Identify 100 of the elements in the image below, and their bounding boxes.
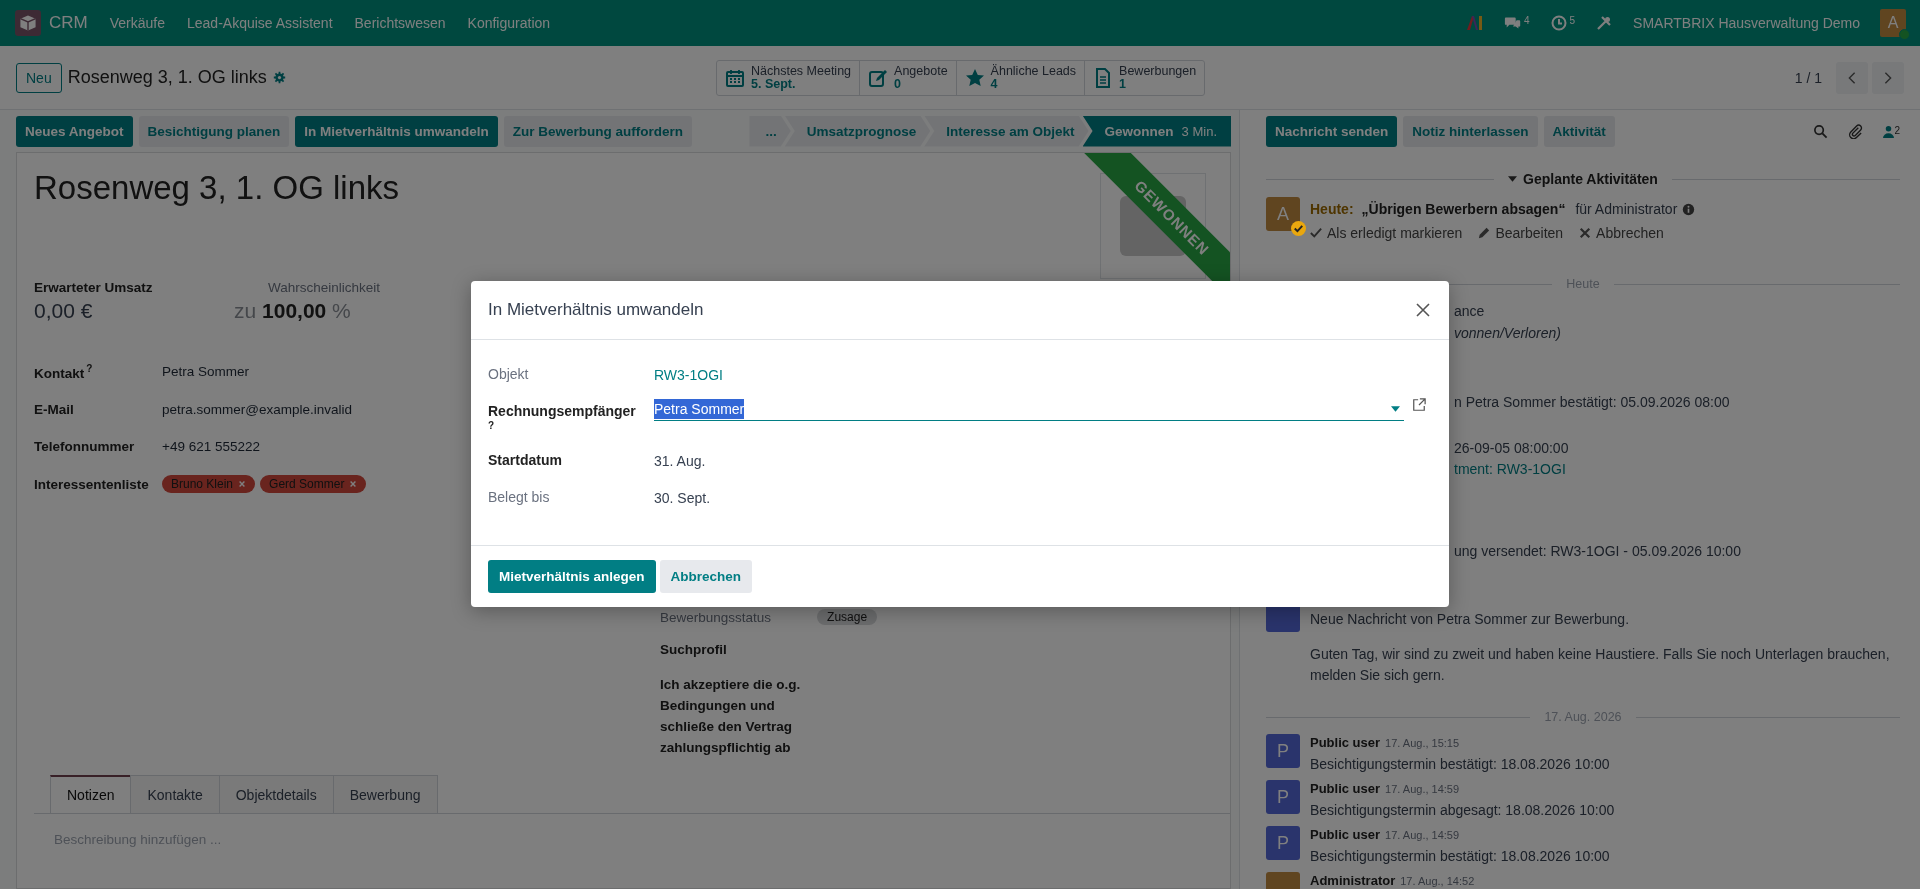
smart-button-label: Nächstes Meeting (751, 64, 852, 78)
field-label: E-Mail (34, 401, 75, 417)
followers-button[interactable]: 2 (1883, 124, 1900, 138)
nav-menu-item[interactable]: Verkäufe (109, 15, 165, 31)
chevron-left-icon (1847, 70, 1857, 85)
remove-icon[interactable] (238, 480, 247, 489)
external-link-icon[interactable] (1412, 398, 1426, 412)
revenue-value[interactable]: 0,00 (34, 299, 75, 322)
message-text: vonnen/Verloren) (1454, 323, 1562, 343)
box-logo-icon[interactable] (15, 10, 41, 36)
remove-icon[interactable] (349, 480, 358, 489)
action-button[interactable]: Zur Bewerbung auffordern (503, 115, 693, 147)
info-icon[interactable] (1682, 202, 1696, 216)
message-author: Administrator (1310, 872, 1396, 889)
dialog-button[interactable]: Abbrechen (659, 560, 753, 593)
message-text: Besichtigungstermin bestätigt: 18.08.2026 10:00 (1310, 755, 1611, 774)
stage-button[interactable]: Gewonnen 3 Min. (1082, 115, 1231, 147)
colored-letter-icon[interactable] (1465, 15, 1484, 31)
message-author: Public user (1310, 734, 1381, 751)
user-avatar: P (1266, 780, 1300, 814)
search-icon[interactable] (1813, 123, 1829, 139)
notebook-tab[interactable]: Bewerbung (332, 775, 438, 813)
action-button[interactable]: Besichtigung planen (138, 115, 290, 147)
chatter-button[interactable]: Notiz hinterlassen (1403, 115, 1538, 147)
smart-button[interactable]: Bewerbungen 1 (1085, 60, 1205, 95)
messages-button[interactable]: 4 (1503, 15, 1530, 31)
message-text: Guten Tag, wir sind zu zweit und haben keine Haustiere. Falls Sie noch Unterlagen brauchen, melden Sie sich gern. (1310, 645, 1891, 685)
action-button[interactable]: Neues Angebot (16, 115, 133, 147)
action-button[interactable]: In Mietverhältnis umwandeln (295, 115, 498, 147)
field-label: Kontakt$^{?}$ (34, 363, 94, 381)
cross-icon (1579, 227, 1592, 239)
smart-button[interactable]: Ähnliche Leads 4 (956, 60, 1086, 95)
message-text: 26-09-05 08:00:00 (1454, 438, 1570, 458)
star-icon (964, 67, 985, 88)
field-label: Wahrscheinlichkeit (267, 280, 382, 295)
percent-sign: % (332, 299, 351, 322)
nav-menu-item[interactable]: Lead-Akquise Assistent (187, 15, 333, 31)
field-value[interactable]: 30. Sept. (654, 488, 1432, 508)
field-label: Telefonnummer (34, 439, 136, 455)
activity-action-link[interactable]: Bearbeiten (1478, 225, 1564, 241)
input-field[interactable]: Petra Sommer (654, 398, 1404, 421)
record-title: Rosenweg 3, 1. OG links (34, 169, 399, 207)
check-icon (1310, 227, 1322, 239)
smart-button-value: 0 (894, 77, 901, 91)
smart-button[interactable]: Angebote 0 (860, 60, 957, 95)
caret-icon[interactable] (1391, 406, 1400, 412)
message-text: tment: RW3-1OGI (1454, 460, 1567, 479)
smart-button-value: 1 (1119, 77, 1127, 91)
field-label: Suchprofil (660, 641, 728, 659)
new-button[interactable]: Neu (16, 62, 62, 93)
smart-button-label: Bewerbungen (1119, 64, 1197, 78)
check-badge-icon (1291, 221, 1306, 236)
nav-menu-item[interactable]: Konfiguration (467, 15, 551, 31)
field-label: Ich akzeptiere die o.g. Bedingungen und schließe den Vertrag zahlungspflichtig ab (660, 676, 802, 757)
field-value[interactable]: 31. Aug. (654, 451, 1432, 471)
stage-button[interactable]: Interesse am Objekt (924, 115, 1089, 147)
calendar-icon (725, 67, 745, 88)
planned-activities-toggle[interactable]: Geplante Aktivitäten (1508, 171, 1658, 187)
message-text: Besichtigungstermin bestätigt: 18.08.2026 10:00 (1310, 847, 1611, 866)
app-name[interactable]: CRM (49, 13, 88, 33)
message-time: 17. Aug., 15:15 (1385, 736, 1460, 751)
chatter-button[interactable]: Nachricht senden (1266, 115, 1398, 147)
help-mark[interactable]: ? (86, 363, 93, 374)
message-text: ung versendet: RW3-1OGI - 05.09.2026 10:00 (1454, 541, 1742, 561)
user-avatar: P (1266, 826, 1300, 860)
notebook-tab[interactable]: Kontakte (130, 775, 220, 813)
pager-value: 1 / 1 (1794, 69, 1822, 86)
message-time: 17. Aug., 14:52 (1400, 874, 1475, 889)
person-icon (1883, 124, 1895, 138)
help-mark[interactable]: ? (488, 420, 654, 432)
message-time: 17. Aug., 14:59 (1385, 828, 1460, 843)
next-button[interactable] (1872, 61, 1904, 94)
currency-symbol: € (80, 299, 93, 322)
activities-button[interactable]: 5 (1549, 15, 1576, 31)
dialog-button[interactable]: Mietverhältnis anlegen (488, 560, 656, 593)
followers-count: 2 (1894, 124, 1900, 136)
close-icon[interactable] (1415, 302, 1431, 318)
probability-value[interactable]: 100,00 (262, 299, 327, 322)
settings-icon[interactable] (272, 71, 286, 84)
notebook-tab[interactable]: Notizen (50, 775, 132, 813)
previous-button[interactable] (1836, 61, 1868, 94)
field-label: Interessentenliste (34, 476, 150, 492)
notebook-tab[interactable]: Objektdetails (218, 775, 334, 813)
company-name[interactable]: SMARTBRIX Hausverwaltung Demo (1633, 15, 1860, 31)
stage-button[interactable]: Umsatzprognose (784, 115, 931, 147)
message-author: Public user (1310, 826, 1381, 843)
chatter-button[interactable]: Aktivität (1543, 115, 1615, 147)
paperclip-icon[interactable] (1848, 123, 1864, 139)
message-text: ance (1454, 302, 1486, 321)
clock-icon (1549, 15, 1568, 31)
edit-icon (868, 67, 889, 88)
smart-button[interactable]: Nächstes Meeting 5. Sept. (717, 60, 861, 95)
smart-button-value: 5. Sept. (751, 77, 797, 91)
field-label: Startdatum (488, 451, 563, 469)
chevron-right-icon (1883, 70, 1893, 85)
activity-action-link[interactable]: Abbrechen (1579, 225, 1664, 241)
nav-menu-item[interactable]: Berichtswesen (354, 15, 446, 31)
message-text: n Petra Sommer bestätigt: 05.09.2026 08:00 (1454, 393, 1731, 412)
record-link[interactable]: RW3-1OGI (654, 365, 1432, 385)
activity-action-link[interactable]: Als erledigt markieren (1310, 225, 1463, 241)
